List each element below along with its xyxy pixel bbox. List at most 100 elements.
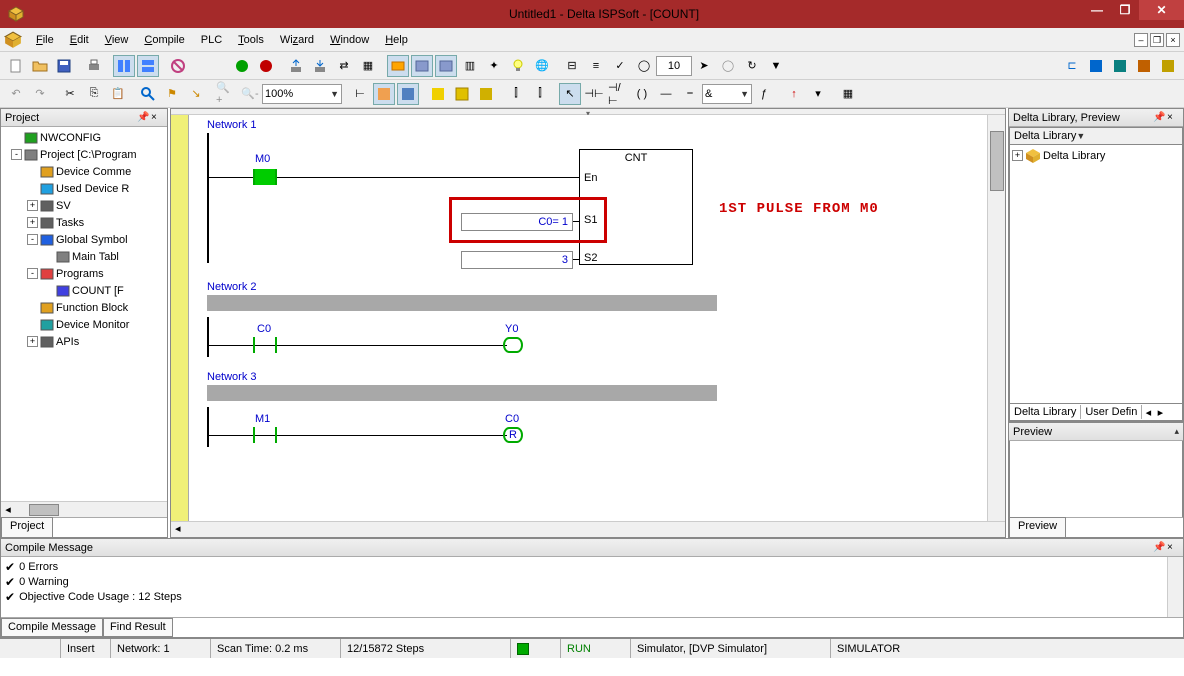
r2-icon[interactable] [1085,55,1107,77]
lad1-icon[interactable] [373,83,395,105]
network-1-rung[interactable]: M0 CNT En S1 S2 C0= 1 3 1ST PULSE FROM M… [207,133,987,263]
op-combo[interactable]: &▼ [702,84,752,104]
block-icon[interactable]: ▦ [837,83,859,105]
network-3-rung[interactable]: M1 C0 R [207,407,987,447]
preview-tab[interactable]: Preview [1009,517,1066,537]
contact-m0[interactable] [253,169,277,185]
collapse-icon[interactable]: ▴ [1174,426,1179,437]
run-icon[interactable] [231,55,253,77]
new-icon[interactable] [5,55,27,77]
tree-item[interactable]: -Project [C:\Program [3,146,165,163]
tree-item[interactable]: Used Device R [3,180,165,197]
mdi-restore[interactable]: ❐ [1150,33,1164,47]
y3-icon[interactable] [475,83,497,105]
circle-icon[interactable]: ◯ [633,55,655,77]
mdi-close[interactable]: × [1166,33,1180,47]
tree-expander[interactable]: + [1012,150,1023,161]
check-icon[interactable]: ✓ [609,55,631,77]
tree-expander[interactable]: - [27,268,38,279]
tree-item[interactable]: +APIs [3,333,165,350]
paste-icon[interactable]: 📋 [107,83,129,105]
contact-m1[interactable] [253,427,277,443]
open-icon[interactable] [29,55,51,77]
lad2-icon[interactable] [397,83,419,105]
tree-item[interactable]: Function Block [3,299,165,316]
tab-user-defined[interactable]: User Defin [1081,405,1142,419]
r1-icon[interactable]: ⊏ [1061,55,1083,77]
panel-close-icon[interactable]: × [1167,112,1179,124]
menu-compile[interactable]: Compile [136,32,192,48]
pin-icon[interactable]: 📌 [137,112,149,124]
coil-y0[interactable] [503,337,523,353]
wizard2-icon[interactable]: ✦ [483,55,505,77]
tree-item[interactable]: Main Tabl [3,248,165,265]
menu-view[interactable]: View [97,32,137,48]
close-button[interactable]: ✕ [1139,0,1184,20]
menu-help[interactable]: Help [377,32,416,48]
tab-nav-left[interactable]: ◂ [1142,406,1154,419]
editor-vscroll[interactable] [987,115,1005,521]
editor-hscroll[interactable]: ◂ [171,521,1005,537]
minimize-button[interactable]: — [1083,0,1111,20]
compile-output[interactable]: ✔0 Errors ✔0 Warning ✔Objective Code Usa… [1,557,1183,617]
hline-icon[interactable]: — [655,83,677,105]
tree-item[interactable]: Device Comme [3,163,165,180]
help-icon[interactable] [167,55,189,77]
param-s2[interactable]: 3 [461,251,573,269]
tree-expander[interactable]: - [27,234,38,245]
compile-vscroll[interactable] [1167,557,1183,617]
dim-icon[interactable]: ◯ [717,55,739,77]
print-icon[interactable] [83,55,105,77]
plc-icon[interactable]: ▦ [357,55,379,77]
menu-file[interactable]: File [28,32,62,48]
y2-icon[interactable] [451,83,473,105]
view2-icon[interactable] [137,55,159,77]
tree-item[interactable]: -Programs [3,265,165,282]
redo-icon[interactable]: ↷ [29,83,51,105]
zoomout-icon[interactable]: 🔍- [239,83,261,105]
network-2-rung[interactable]: C0 Y0 [207,317,987,357]
refresh-icon[interactable]: ↻ [741,55,763,77]
tree-item[interactable]: +Tasks [3,214,165,231]
y1-icon[interactable] [427,83,449,105]
contact-c0[interactable] [253,337,277,353]
tree-item[interactable]: +SV [3,197,165,214]
step-icon[interactable]: ➤ [693,55,715,77]
pointer-icon[interactable]: ↖ [559,83,581,105]
stop-icon[interactable] [255,55,277,77]
download-icon[interactable] [309,55,331,77]
tree-expander[interactable]: + [27,200,38,211]
editor-body[interactable]: Network 1 M0 CNT En S1 S2 C0= 1 [171,115,1005,521]
bulb-icon[interactable] [507,55,529,77]
monitor2-icon[interactable] [411,55,433,77]
tree-item[interactable]: COUNT [F [3,282,165,299]
bookmark-icon[interactable]: ⚑ [161,83,183,105]
pin-icon[interactable]: 📌 [1153,112,1165,124]
view1-icon[interactable] [113,55,135,77]
r4-icon[interactable] [1133,55,1155,77]
ladder-icon[interactable]: ⊢ [349,83,371,105]
cut-icon[interactable]: ✂ [59,83,81,105]
tree-item[interactable]: -Global Symbol [3,231,165,248]
format-icon[interactable]: ≡ [585,55,607,77]
upload-icon[interactable] [285,55,307,77]
menu-tools[interactable]: Tools [230,32,272,48]
chart1-icon[interactable]: ⫿ [505,83,527,105]
tree-icon[interactable]: ⊟ [561,55,583,77]
tree-item[interactable]: Device Monitor [3,316,165,333]
goto-icon[interactable]: ↘ [185,83,207,105]
chart2-icon[interactable]: ⫿ [529,83,551,105]
panel-close-icon[interactable]: × [151,112,163,124]
compare-icon[interactable]: ⇄ [333,55,355,77]
tree-expander[interactable]: - [11,149,22,160]
contact-nc-icon[interactable]: ⊣/⊢ [607,83,629,105]
down-icon[interactable]: ▾ [807,83,829,105]
find-icon[interactable] [137,83,159,105]
r5-icon[interactable] [1157,55,1179,77]
fn-icon[interactable]: ƒ [753,83,775,105]
copy-icon[interactable]: ⎘ [83,83,105,105]
tab-find-result[interactable]: Find Result [103,618,173,637]
ms-input[interactable] [656,56,692,76]
library-dropdown[interactable]: Delta Library▼ [1009,127,1183,145]
tab-delta-library[interactable]: Delta Library [1010,405,1081,419]
